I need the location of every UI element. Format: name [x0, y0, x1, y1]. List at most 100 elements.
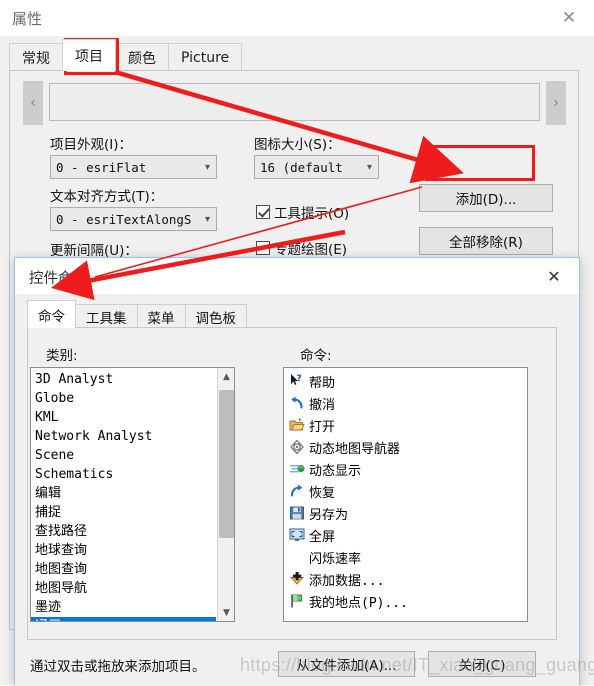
save-icon: [288, 505, 305, 522]
svg-text:?: ?: [296, 374, 301, 384]
list-item-label: 全屏: [309, 529, 336, 545]
text-align-combo[interactable]: 0 - esriTextAlongS ▾: [50, 207, 217, 231]
footer-note: 通过双击或拖放来添加项目。: [30, 659, 206, 675]
remove-all-button[interactable]: 全部移除(R): [419, 227, 553, 255]
chevron-down-icon[interactable]: ▼: [218, 604, 234, 621]
list-item[interactable]: 添加数据...: [284, 568, 527, 590]
dynamic-display-icon: [288, 461, 305, 478]
item-preview-strip[interactable]: [49, 83, 540, 121]
properties-tab-strip: 常规 项目 颜色 Picture: [9, 39, 243, 71]
tooltip-checkbox-row[interactable]: 工具提示(O): [256, 202, 349, 222]
open-folder-icon: [288, 417, 305, 434]
tab-colors[interactable]: 颜色: [115, 43, 169, 71]
scrollbar-thumb[interactable]: [219, 390, 234, 538]
chevron-right-icon[interactable]: ›: [546, 81, 566, 125]
chevron-down-icon: ▾: [204, 213, 210, 225]
chevron-left-icon[interactable]: ‹: [23, 81, 43, 125]
redo-icon: [288, 483, 305, 500]
command-list-inner: ? 帮助 撤消 打开 动态地图导航器 动态显示 恢复 另存为 全屏 闪烁速率 添…: [284, 368, 527, 612]
list-item[interactable]: KML: [31, 408, 216, 427]
command-dialog-titlebar: 控件命令 ✕: [15, 258, 579, 294]
category-scrollbar[interactable]: ▲ ▼: [217, 368, 234, 621]
highlight-box-add-button: [425, 145, 535, 181]
tab-items[interactable]: 项目: [62, 39, 116, 71]
item-navigator: ‹ ›: [23, 81, 566, 125]
list-item[interactable]: 地球查询: [31, 541, 216, 560]
list-item-label: 另存为: [309, 507, 349, 523]
list-item-label: 动态地图导航器: [309, 441, 401, 457]
list-item[interactable]: 我的地点(P)...: [284, 590, 527, 612]
list-item[interactable]: 捕捉: [31, 503, 216, 522]
close-icon[interactable]: ✕: [541, 264, 567, 288]
list-item-label: 动态显示: [309, 463, 362, 479]
command-listbox[interactable]: ? 帮助 撤消 打开 动态地图导航器 动态显示 恢复 另存为 全屏 闪烁速率 添…: [283, 367, 528, 622]
tooltip-label: 工具提示(O): [274, 206, 350, 222]
list-item-label: 打开: [309, 419, 336, 435]
tab-toolsets[interactable]: 工具集: [75, 304, 138, 328]
list-item-label: 添加数据...: [309, 573, 385, 589]
list-item-label: 撤消: [309, 397, 336, 413]
watermark: https://blog.csdn.net/IT_xiao_guang_guan…: [240, 655, 594, 675]
category-label: 类别:: [46, 348, 78, 364]
list-item-selected[interactable]: 通用: [31, 617, 216, 621]
list-item[interactable]: 动态显示: [284, 458, 527, 480]
flag-icon: [288, 593, 305, 610]
list-item[interactable]: 恢复: [284, 480, 527, 502]
list-item[interactable]: 另存为: [284, 502, 527, 524]
list-item[interactable]: 查找路径: [31, 522, 216, 541]
properties-titlebar: 属性 ✕: [0, 0, 594, 36]
properties-title: 属性: [12, 10, 43, 28]
tab-menus[interactable]: 菜单: [136, 304, 186, 328]
list-item[interactable]: 闪烁速率: [284, 546, 527, 568]
list-item-label: 闪烁速率: [309, 551, 362, 567]
list-item[interactable]: Globe: [31, 389, 216, 408]
category-list-inner: 3D Analyst Globe KML Network Analyst Sce…: [31, 368, 216, 621]
undo-icon: [288, 395, 305, 412]
chevron-down-icon: ▾: [366, 161, 372, 173]
command-label: 命令:: [300, 348, 332, 364]
close-icon[interactable]: ✕: [554, 5, 584, 31]
list-item[interactable]: 编辑: [31, 484, 216, 503]
dynamic-navigator-icon: [288, 439, 305, 456]
list-item[interactable]: 地图导航: [31, 579, 216, 598]
icon-size-label: 图标大小(S)：: [254, 137, 341, 153]
add-button[interactable]: 添加(D)...: [419, 184, 553, 212]
list-item-label: 我的地点(P)...: [309, 595, 408, 611]
list-item[interactable]: 全屏: [284, 524, 527, 546]
list-item[interactable]: 墨迹: [31, 598, 216, 617]
list-item[interactable]: 撤消: [284, 392, 527, 414]
fullscreen-icon: [288, 527, 305, 544]
text-align-label: 文本对齐方式(T)：: [50, 189, 164, 205]
chevron-up-icon[interactable]: ▲: [218, 368, 234, 385]
add-data-icon: [288, 571, 305, 588]
thematic-checkbox-row[interactable]: 专题绘图(E): [256, 238, 347, 258]
list-item[interactable]: 3D Analyst: [31, 370, 216, 389]
chevron-down-icon: ▾: [204, 161, 210, 173]
list-item[interactable]: Network Analyst: [31, 427, 216, 446]
help-arrow-icon: ?: [288, 373, 305, 390]
no-icon: [288, 549, 305, 566]
tooltip-checkbox[interactable]: [256, 205, 270, 219]
command-tab-strip: 命令 工具集 菜单 调色板: [27, 300, 247, 328]
item-appearance-combo[interactable]: 0 - esriFlat ▾: [50, 155, 217, 179]
tab-palettes[interactable]: 调色板: [184, 304, 247, 328]
category-listbox[interactable]: 3D Analyst Globe KML Network Analyst Sce…: [30, 367, 235, 622]
item-appearance-value: 0 - esriFlat: [56, 159, 147, 175]
list-item-label: 恢复: [309, 485, 336, 501]
list-item[interactable]: 动态地图导航器: [284, 436, 527, 458]
list-item[interactable]: Scene: [31, 446, 216, 465]
item-appearance-label: 项目外观(I)：: [50, 137, 133, 153]
tab-picture[interactable]: Picture: [168, 43, 243, 71]
icon-size-combo[interactable]: 16 (default ▾: [254, 155, 379, 179]
tab-general[interactable]: 常规: [9, 43, 63, 71]
list-item[interactable]: Schematics: [31, 465, 216, 484]
list-item[interactable]: 打开: [284, 414, 527, 436]
list-item[interactable]: ? 帮助: [284, 370, 527, 392]
list-item-label: 帮助: [309, 375, 336, 391]
thematic-checkbox[interactable]: [256, 241, 270, 255]
list-item[interactable]: 地图查询: [31, 560, 216, 579]
text-align-value: 0 - esriTextAlongS: [56, 211, 192, 227]
thematic-label: 专题绘图(E): [274, 242, 348, 258]
tab-commands[interactable]: 命令: [27, 300, 76, 328]
update-interval-label: 更新间隔(U)：: [50, 243, 138, 259]
